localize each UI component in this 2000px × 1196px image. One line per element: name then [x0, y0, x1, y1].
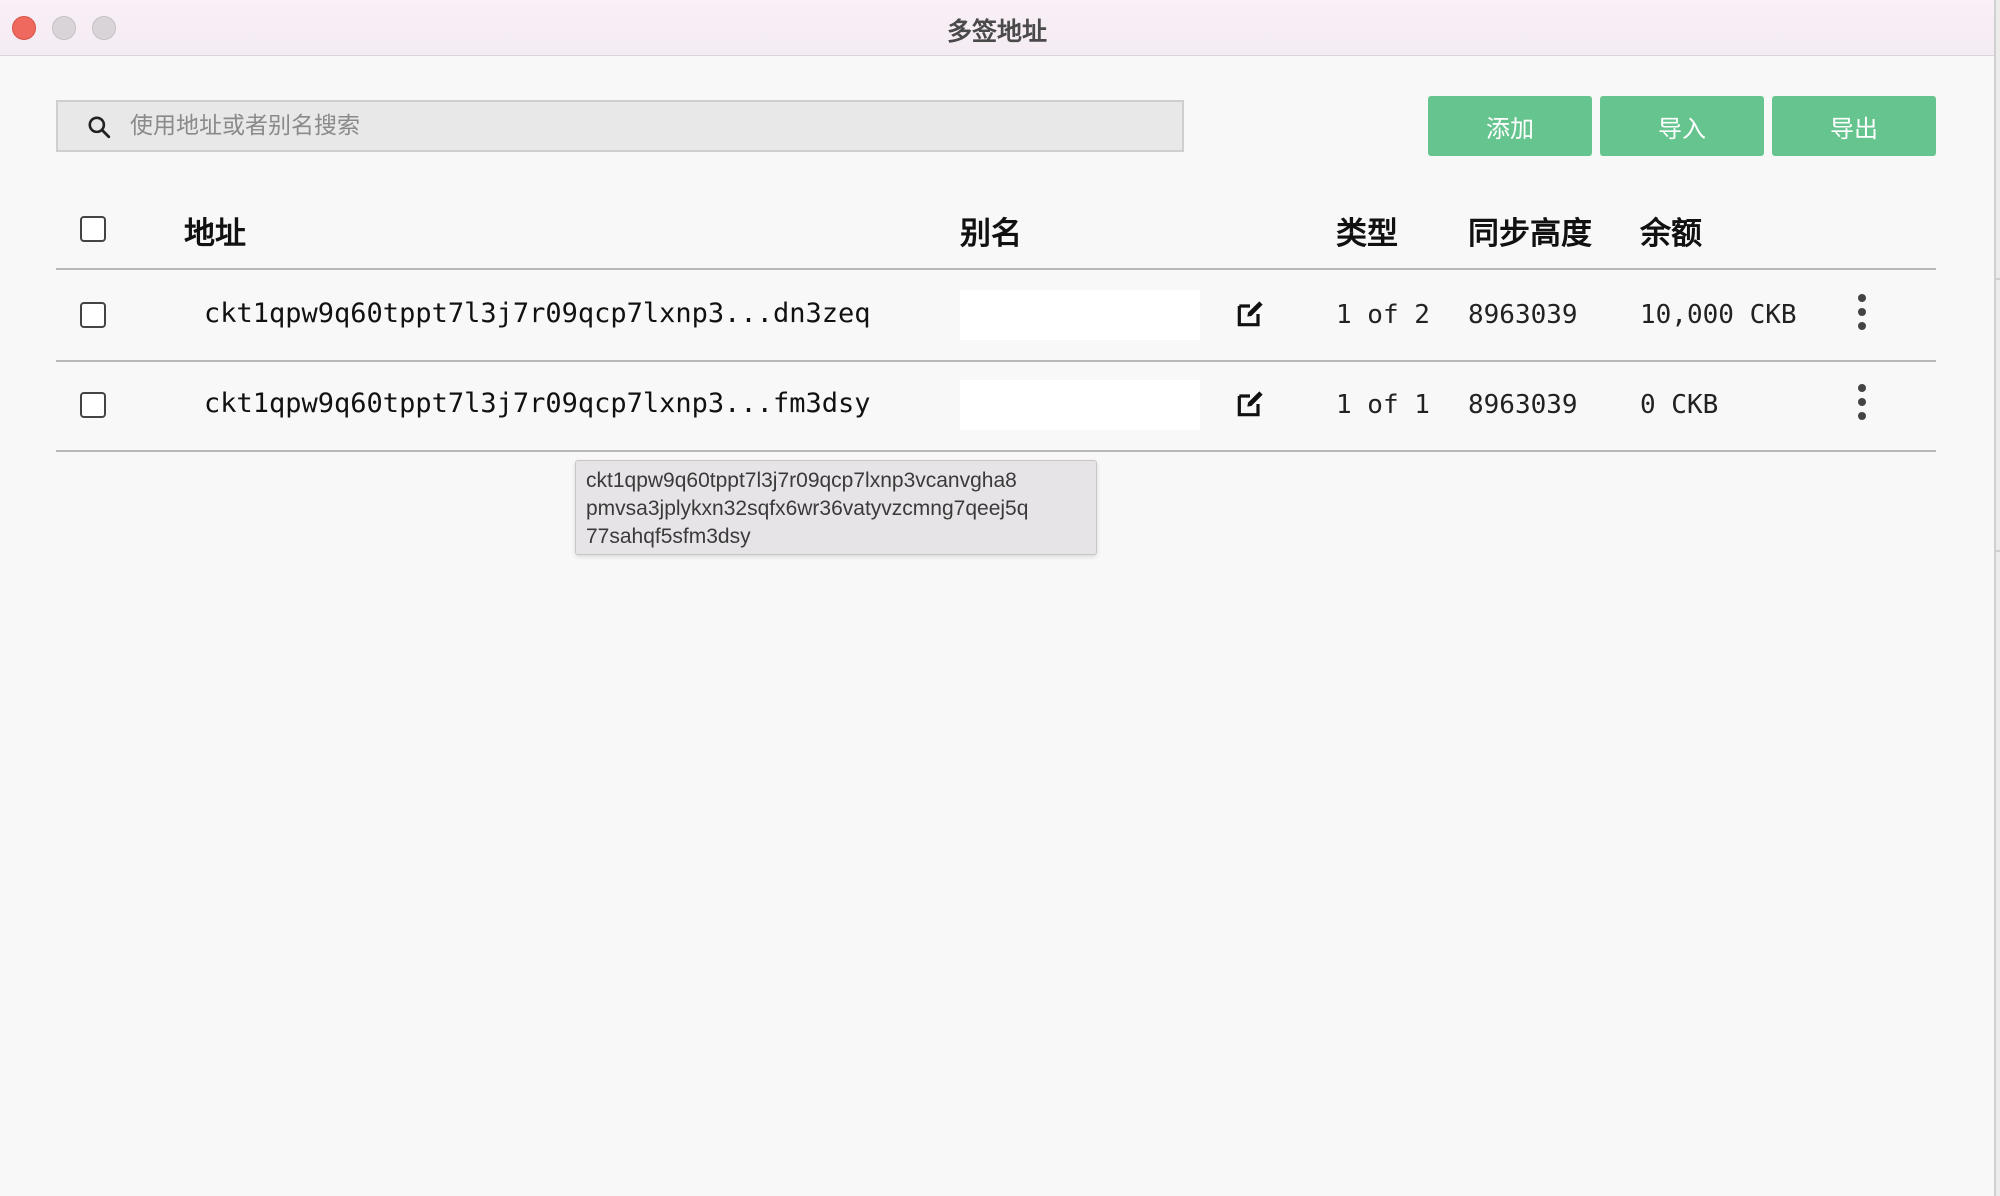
edge-divider [1996, 550, 2000, 552]
tooltip-line: pmvsa3jplykxn32sqfx6wr36vatyvzcmng7qeej5… [586, 497, 1029, 520]
edit-icon[interactable] [1234, 388, 1266, 420]
header-alias: 别名 [960, 216, 1022, 252]
add-button[interactable]: 添加 [1428, 96, 1592, 156]
address-tooltip: ckt1qpw9q60tppt7l3j7r09qcp7lxnp3vcanvgha… [575, 460, 1097, 555]
tooltip-line: ckt1qpw9q60tppt7l3j7r09qcp7lxnp3vcanvgha… [586, 469, 1017, 492]
address-cell[interactable]: ckt1qpw9q60tppt7l3j7r09qcp7lxnp3...fm3ds… [204, 388, 870, 419]
type-cell: 1 of 1 [1336, 390, 1430, 420]
balance-cell: 10,000 CKB [1640, 300, 1797, 330]
table-row: ckt1qpw9q60tppt7l3j7r09qcp7lxnp3...dn3ze… [56, 272, 1936, 362]
more-options-icon[interactable] [1852, 292, 1872, 332]
search-input[interactable] [130, 102, 1170, 150]
multisig-address-window: 多签地址 添加 导入 导出 地址 别名 类型 同步高度 余额 ckt1qpw9q… [0, 0, 1996, 1196]
export-button[interactable]: 导出 [1772, 96, 1936, 156]
title-bar: 多签地址 [0, 0, 1994, 56]
alias-field[interactable] [960, 290, 1200, 340]
import-button[interactable]: 导入 [1600, 96, 1764, 156]
window-title: 多签地址 [946, 17, 1047, 46]
address-cell[interactable]: ckt1qpw9q60tppt7l3j7r09qcp7lxnp3...dn3ze… [204, 298, 870, 329]
header-sync-height: 同步高度 [1468, 216, 1592, 252]
edit-icon[interactable] [1234, 298, 1266, 330]
alias-field[interactable] [960, 380, 1200, 430]
table-row: ckt1qpw9q60tppt7l3j7r09qcp7lxnp3...fm3ds… [56, 362, 1936, 452]
search-box[interactable] [56, 100, 1184, 152]
search-icon [88, 116, 111, 139]
header-type: 类型 [1336, 216, 1398, 252]
more-options-icon[interactable] [1852, 382, 1872, 422]
header-balance: 余额 [1640, 216, 1702, 252]
row-checkbox[interactable] [80, 302, 106, 328]
type-cell: 1 of 2 [1336, 300, 1430, 330]
row-checkbox[interactable] [80, 392, 106, 418]
tooltip-line: 77sahqf5sfm3dsy [586, 525, 751, 548]
edge-divider [1996, 278, 2000, 280]
select-all-checkbox[interactable] [80, 216, 106, 242]
header-address: 地址 [184, 216, 246, 252]
sync-height-cell: 8963039 [1468, 390, 1578, 420]
table-header: 地址 别名 类型 同步高度 余额 [56, 200, 1936, 270]
sync-height-cell: 8963039 [1468, 300, 1578, 330]
balance-cell: 0 CKB [1640, 390, 1719, 420]
